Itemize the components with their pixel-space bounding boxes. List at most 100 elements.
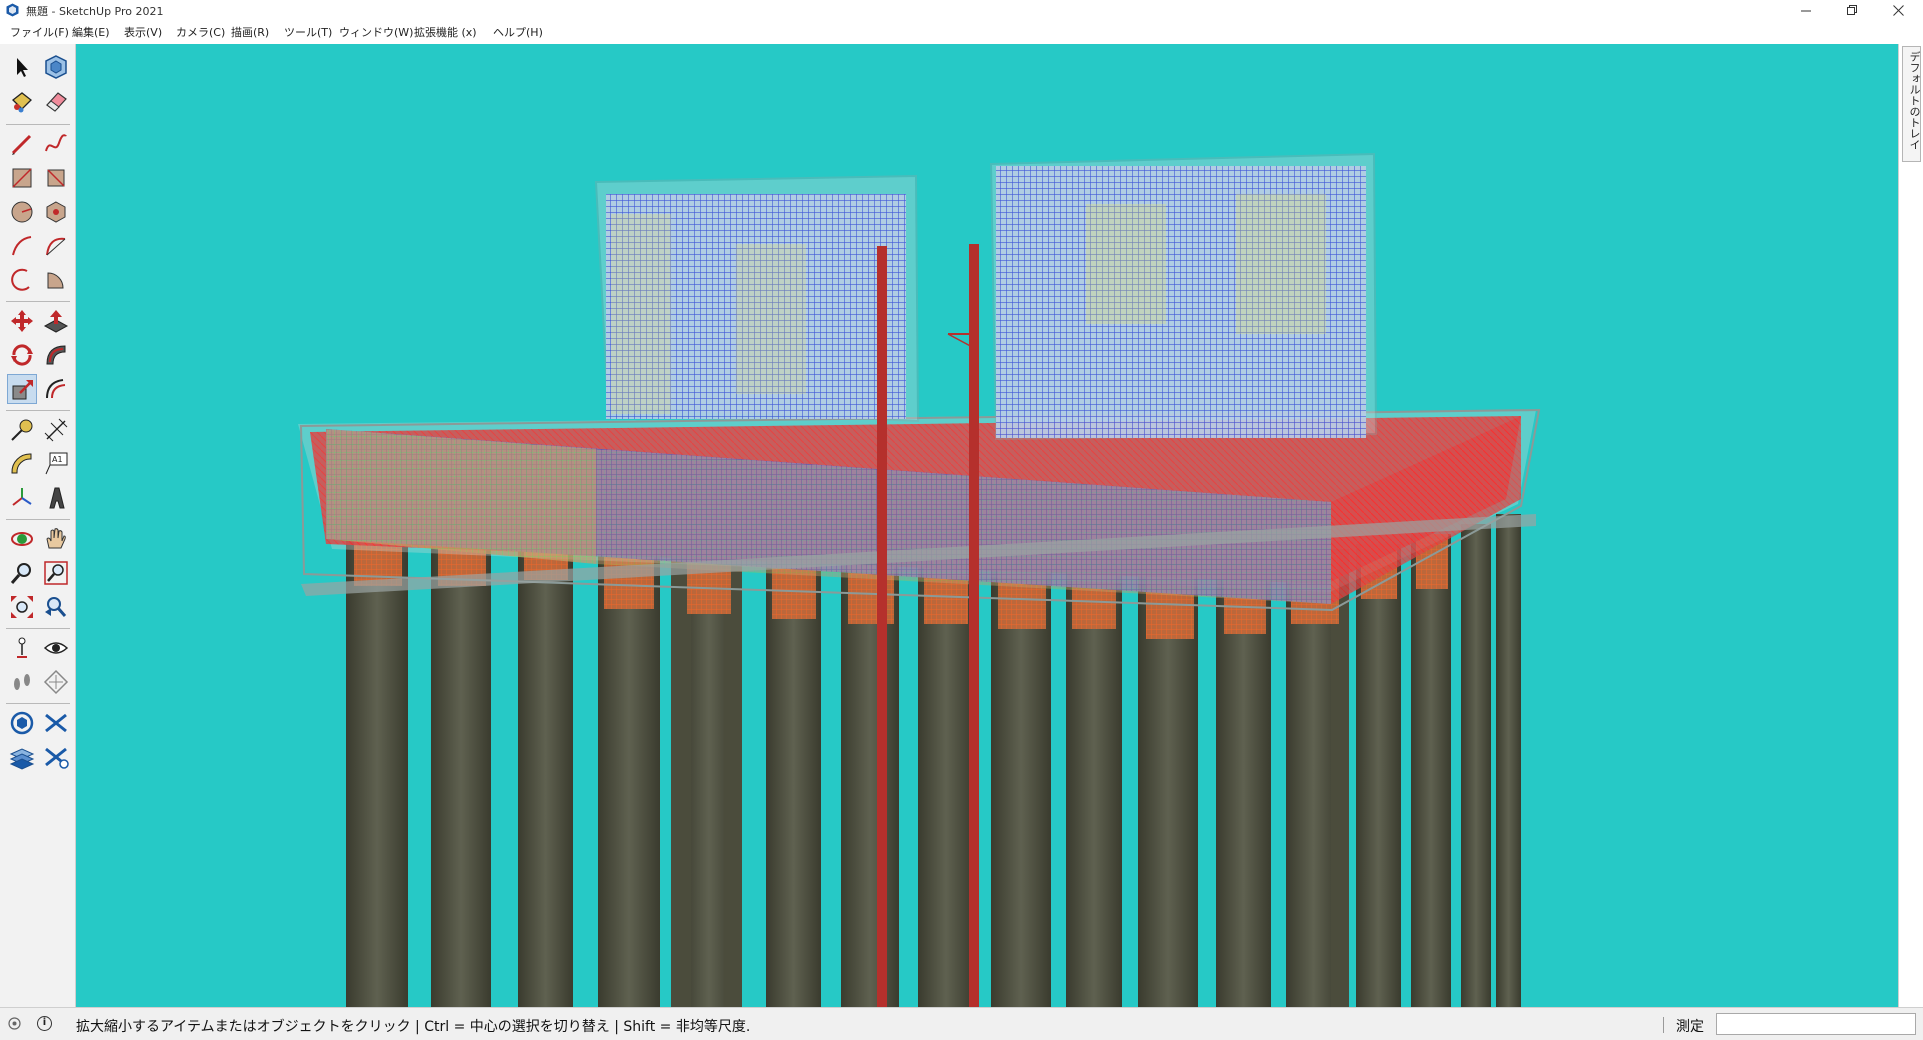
large-tool-set-toolbar: A1	[0, 44, 76, 1007]
3d-warehouse-icon	[10, 711, 34, 735]
move-tool[interactable]	[7, 306, 37, 336]
menu-help[interactable]: ヘルプ(H)	[493, 24, 543, 40]
rotate-tool[interactable]	[7, 340, 37, 370]
dimension-tool[interactable]	[41, 415, 71, 445]
section-plane-icon	[43, 669, 69, 695]
menu-window[interactable]: ウィンドウ(W)	[339, 24, 413, 40]
3d-text-tool[interactable]	[41, 483, 71, 513]
previous-view-icon	[45, 597, 67, 617]
menu-extensions[interactable]: 拡張機能 (x)	[414, 24, 477, 40]
close-button[interactable]	[1875, 0, 1921, 21]
menu-camera[interactable]: カメラ(C)	[176, 24, 225, 40]
extension-warehouse-icon	[45, 713, 67, 733]
zoom-window-tool[interactable]	[41, 558, 71, 588]
hand-pan-icon	[46, 528, 66, 549]
sketchup-logo-icon	[6, 3, 19, 17]
position-camera-icon	[17, 637, 27, 658]
model-viewport[interactable]	[76, 44, 1898, 1007]
eraser-tool[interactable]	[41, 86, 71, 116]
two-point-arc-icon	[46, 237, 66, 256]
rotated-rectangle-tool[interactable]	[41, 163, 71, 193]
follow-me-icon	[46, 345, 66, 365]
pie-tool[interactable]	[41, 265, 71, 295]
arc-tool[interactable]	[7, 231, 37, 261]
three-point-arc-tool[interactable]	[7, 265, 37, 295]
info-icon[interactable]: i	[37, 1016, 52, 1031]
orbit-icon	[11, 532, 33, 546]
zoom-tool[interactable]	[7, 558, 37, 588]
protractor-tool[interactable]	[7, 449, 37, 479]
extension-manager-tool[interactable]	[41, 742, 71, 772]
menu-edit[interactable]: 編集(E)	[72, 24, 110, 40]
paint-bucket-tool[interactable]	[7, 86, 37, 116]
follow-me-tool[interactable]	[41, 340, 71, 370]
warehouse-tool[interactable]	[7, 708, 37, 738]
offset-tool[interactable]	[41, 374, 71, 404]
menu-file[interactable]: ファイル(F)	[10, 24, 69, 40]
text-tool[interactable]: A1	[41, 449, 71, 479]
scale-tool[interactable]	[7, 374, 37, 404]
polygon-tool[interactable]	[41, 197, 71, 227]
extension-manager-icon	[45, 747, 69, 769]
column-left	[594, 174, 920, 423]
tape-measure-tool[interactable]	[7, 415, 37, 445]
select-tool[interactable]	[7, 52, 37, 82]
eye-icon	[43, 642, 69, 654]
look-around-tool[interactable]	[41, 633, 71, 663]
zoom-extents-tool[interactable]	[7, 592, 37, 622]
menu-tools[interactable]: ツール(T)	[284, 24, 332, 40]
polygon-icon	[46, 201, 66, 223]
eraser-icon	[46, 92, 67, 112]
component-tool[interactable]	[41, 52, 71, 82]
protractor-icon	[11, 453, 32, 474]
menu-view[interactable]: 表示(V)	[124, 24, 162, 40]
toolbar-separator	[6, 703, 70, 704]
offset-icon	[46, 379, 66, 399]
pile-cap-slab	[298, 408, 1541, 612]
two-point-arc-tool[interactable]	[41, 231, 71, 261]
tray-tab[interactable]: デフォルトのトレイ	[1902, 46, 1921, 162]
restore-button[interactable]	[1829, 0, 1875, 21]
status-separator	[1663, 1017, 1664, 1033]
menu-draw[interactable]: 描画(R)	[231, 24, 269, 40]
geo-location-icon[interactable]	[8, 1017, 21, 1030]
minimize-button[interactable]	[1783, 0, 1829, 21]
freehand-tool[interactable]	[41, 129, 71, 159]
minimize-icon	[1800, 10, 1811, 12]
position-camera-tool[interactable]	[7, 633, 37, 663]
toolbar-separator	[6, 628, 70, 629]
previous-view-tool[interactable]	[41, 592, 71, 622]
zoom-window-icon	[44, 561, 68, 585]
magnifier-icon	[10, 563, 31, 584]
toolbar-separator	[6, 301, 70, 302]
pencil-icon	[11, 134, 32, 155]
default-tray-panel: デフォルトのトレイ	[1898, 44, 1923, 1007]
close-icon	[1892, 5, 1904, 16]
push-pull-tool[interactable]	[41, 306, 71, 336]
axes-tool[interactable]	[7, 483, 37, 513]
restore-icon	[1846, 5, 1857, 15]
status-bar: i 拡大縮小するアイテムまたはオブジェクトをクリック | Ctrl = 中心の選…	[0, 1007, 1923, 1040]
three-point-arc-icon	[11, 268, 30, 291]
move-arrows-icon	[11, 310, 33, 332]
extension-warehouse-tool[interactable]	[41, 708, 71, 738]
measurement-input[interactable]	[1716, 1013, 1916, 1035]
pan-tool[interactable]	[41, 524, 71, 554]
freehand-icon	[45, 134, 67, 152]
model-scene	[298, 152, 1541, 1007]
line-tool[interactable]	[7, 129, 37, 159]
orbit-tool[interactable]	[7, 524, 37, 554]
toolbar-separator	[6, 519, 70, 520]
toolbar-separator	[6, 410, 70, 411]
layout-tool[interactable]	[7, 742, 37, 772]
axes-icon	[12, 488, 32, 506]
rectangle-tool[interactable]	[7, 163, 37, 193]
rotate-icon	[11, 344, 33, 366]
circle-tool[interactable]	[7, 197, 37, 227]
push-pull-icon	[43, 310, 69, 333]
tray-label: デフォルトのトレイ	[1908, 51, 1921, 150]
menu-bar: ファイル(F) 編集(E) 表示(V) カメラ(C) 描画(R) ツール(T) …	[0, 21, 1923, 42]
walk-tool[interactable]	[7, 667, 37, 697]
section-plane-tool[interactable]	[41, 667, 71, 697]
arrow-cursor-icon	[17, 58, 28, 77]
